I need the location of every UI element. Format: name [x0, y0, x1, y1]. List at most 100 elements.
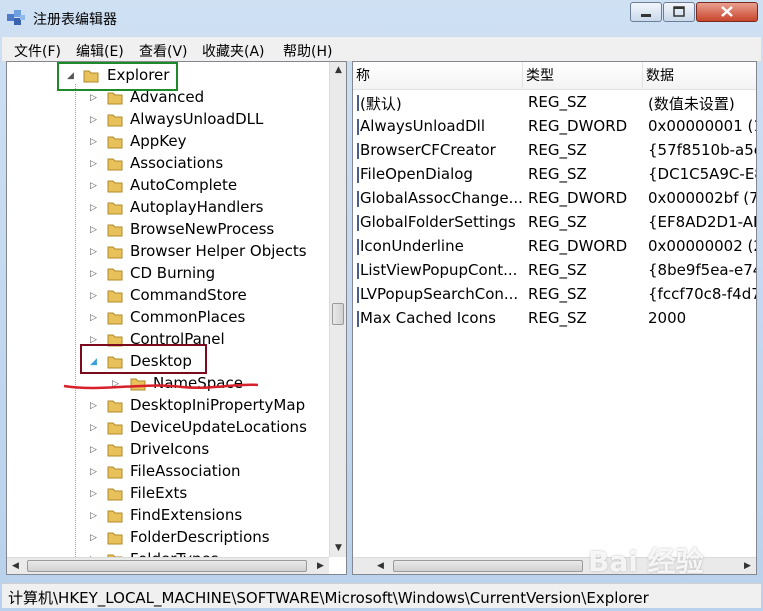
scroll-up-icon[interactable]: ▲ [330, 62, 346, 79]
tree-item-label: FileExts [130, 484, 188, 502]
list-row[interactable]: IconUnderline REG_DWORD 0x00000002 (2) [353, 235, 756, 259]
values-list[interactable]: 称 类型 数据 (默认) REG_SZ (数值未设置) AlwaysUnloadDll… [352, 61, 757, 575]
tree-item-appkey[interactable]: ▷ AppKey [7, 131, 327, 153]
column-header-type[interactable]: 类型 [523, 62, 643, 90]
expand-arrow-icon[interactable]: ▷ [90, 115, 98, 125]
status-bar: 计算机\HKEY_LOCAL_MACHINE\SOFTWARE\Microsof… [2, 583, 761, 608]
expand-arrow-icon[interactable]: ▷ [90, 137, 98, 147]
expand-arrow-icon[interactable]: ▷ [90, 423, 98, 433]
tree-item-browsenewprocess[interactable]: ▷ BrowseNewProcess [7, 219, 327, 241]
tree-item-label: CommonPlaces [130, 308, 246, 326]
list-row[interactable]: Max Cached Icons REG_SZ 2000 [353, 307, 756, 331]
tree-item-findextensions[interactable]: ▷ FindExtensions [7, 505, 327, 527]
list-row[interactable]: GlobalAssocChange... REG_DWORD 0x000002bf … [353, 187, 756, 211]
scroll-right-icon[interactable]: ▶ [739, 558, 756, 574]
folder-icon [107, 180, 123, 193]
expand-arrow-icon[interactable]: ▷ [90, 511, 98, 521]
value-type: REG_SZ [528, 141, 587, 159]
column-header-data[interactable]: 数据 [643, 62, 756, 90]
tree-item-label: DesktopIniPropertyMap [130, 396, 306, 414]
menu-help[interactable]: 帮助(H) [283, 41, 332, 61]
scroll-left-icon[interactable]: ◀ [7, 558, 24, 574]
scroll-down-icon[interactable]: ▼ [330, 540, 346, 557]
regedit-window: 注册表编辑器 文件(F) 编辑(E) 查看(V) 收藏夹(A) 帮助(H) ◢ … [0, 0, 763, 611]
tree-item-cd-burning[interactable]: ▷ CD Burning [7, 263, 327, 285]
expand-arrow-icon[interactable]: ▷ [90, 181, 98, 191]
expand-arrow-icon[interactable]: ▷ [90, 269, 98, 279]
tree-item-fileexts[interactable]: ▷ FileExts [7, 483, 327, 505]
expand-arrow-icon[interactable]: ▷ [90, 203, 98, 213]
menu-favorites[interactable]: 收藏夹(A) [202, 41, 265, 61]
list-row[interactable]: FileOpenDialog REG_SZ {DC1C5A9C-E88 [353, 163, 756, 187]
tree-item-desktopinipropertymap[interactable]: ▷ DesktopIniPropertyMap [7, 395, 327, 417]
value-name: BrowserCFCreator [360, 141, 496, 159]
list-row[interactable]: BrowserCFCreator REG_SZ {57f8510b-a5e3 [353, 139, 756, 163]
list-row[interactable]: AlwaysUnloadDll REG_DWORD 0x00000001 (1) [353, 115, 756, 139]
expand-arrow-icon[interactable]: ▷ [90, 401, 98, 411]
tree-item-label: FileAssociation [130, 462, 241, 480]
expand-arrow-icon[interactable]: ▷ [90, 247, 98, 257]
scroll-left-icon[interactable]: ◀ [372, 558, 389, 574]
scroll-thumb[interactable] [332, 303, 344, 325]
expand-arrow-icon[interactable]: ▷ [90, 467, 98, 477]
list-row[interactable]: LVPopupSearchCon... REG_SZ {fccf70c8-f4d7- [353, 283, 756, 307]
minimize-button[interactable] [630, 2, 662, 22]
tree-item-label: DriveIcons [130, 440, 210, 458]
folder-icon [107, 246, 123, 259]
list-row[interactable]: ListViewPopupCont... REG_SZ {8be9f5ea-e746 [353, 259, 756, 283]
tree-item-folderdescriptions[interactable]: ▷ FolderDescriptions [7, 527, 327, 549]
tree-item-label: Browser Helper Objects [130, 242, 307, 260]
expand-arrow-icon[interactable]: ▷ [90, 313, 98, 323]
tree-item-label: CommandStore [130, 286, 247, 304]
tree-item-label: AutoComplete [130, 176, 238, 194]
tree-item-driveicons[interactable]: ▷ DriveIcons [7, 439, 327, 461]
value-data: (数值未设置) [648, 95, 735, 113]
scroll-thumb[interactable] [27, 560, 307, 572]
tree-vertical-scrollbar[interactable]: ▲ ▼ [329, 62, 346, 557]
tree-item-commandstore[interactable]: ▷ CommandStore [7, 285, 327, 307]
value-name: GlobalFolderSettings [360, 213, 516, 231]
menu-view[interactable]: 查看(V) [139, 41, 188, 61]
title-bar[interactable]: 注册表编辑器 [0, 0, 763, 36]
expand-arrow-icon[interactable]: ▷ [90, 159, 98, 169]
scroll-right-icon[interactable]: ▶ [312, 558, 329, 574]
watermark-text: Bai 经验 [588, 545, 704, 578]
tree-item-fileassociation[interactable]: ▷ FileAssociation [7, 461, 327, 483]
expand-arrow-icon[interactable]: ▷ [90, 291, 98, 301]
tree-item-autoplayhandlers[interactable]: ▷ AutoplayHandlers [7, 197, 327, 219]
folder-icon [107, 444, 123, 457]
value-type: REG_DWORD [528, 189, 628, 207]
column-header-name[interactable]: 称 [353, 62, 523, 90]
expand-arrow-icon[interactable]: ▷ [90, 489, 98, 499]
value-type: REG_DWORD [528, 117, 628, 135]
expand-arrow-icon[interactable]: ▷ [90, 445, 98, 455]
minimize-icon [641, 14, 651, 17]
tree-item-autocomplete[interactable]: ▷ AutoComplete [7, 175, 327, 197]
folder-icon [107, 224, 123, 237]
expand-arrow-icon[interactable]: ▷ [90, 225, 98, 235]
scroll-thumb[interactable] [393, 560, 583, 572]
tree-item-associations[interactable]: ▷ Associations [7, 153, 327, 175]
folder-icon [107, 532, 123, 545]
expand-arrow-icon[interactable]: ▷ [90, 533, 98, 543]
value-type: REG_SZ [528, 165, 587, 183]
folder-icon [107, 312, 123, 325]
expand-arrow-icon[interactable]: ▷ [90, 93, 98, 103]
tree-item-alwaysunloaddll[interactable]: ▷ AlwaysUnloadDLL [7, 109, 327, 131]
menu-edit[interactable]: 编辑(E) [76, 41, 124, 61]
value-data: 2000 [648, 309, 687, 327]
list-row[interactable]: (默认) REG_SZ (数值未设置) [353, 91, 756, 115]
tree-item-browser-helper-objects[interactable]: ▷ Browser Helper Objects [7, 241, 327, 263]
tree-horizontal-scrollbar[interactable]: ◀ ▶ [7, 557, 329, 574]
folder-icon [107, 92, 123, 105]
regedit-app-icon [7, 10, 25, 25]
value-name: Max Cached Icons [360, 309, 496, 327]
tree-item-deviceupdatelocations[interactable]: ▷ DeviceUpdateLocations [7, 417, 327, 439]
value-name: GlobalAssocChange... [360, 189, 522, 207]
maximize-button[interactable] [663, 2, 695, 22]
key-tree[interactable]: ◢ Explorer ▷ Advanced ▷ AlwaysUnloadDLL ▷ App… [6, 61, 347, 575]
list-row[interactable]: GlobalFolderSettings REG_SZ {EF8AD2D1-AE3 [353, 211, 756, 235]
menu-file[interactable]: 文件(F) [14, 41, 61, 61]
tree-item-commonplaces[interactable]: ▷ CommonPlaces [7, 307, 327, 329]
close-button[interactable] [696, 2, 758, 22]
